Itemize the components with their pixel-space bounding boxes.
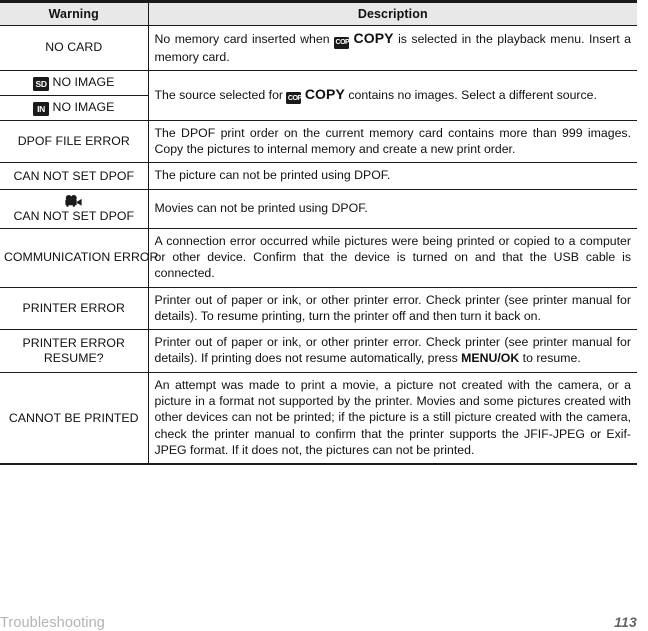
table-row: CAN NOT SET DPOF The picture can not be … <box>0 162 637 190</box>
description-cell: The DPOF print order on the current memo… <box>148 119 637 164</box>
description-text-pre: No memory card inserted when <box>154 32 335 46</box>
warning-label: COMMUNICATION ERROR <box>4 250 159 265</box>
warning-label: PRINTER ERROR <box>22 300 125 315</box>
description-cell: A connection error occurred while pictur… <box>148 227 637 288</box>
description-text-post: contains no images. Select a different s… <box>344 87 597 102</box>
description-cell: No memory card inserted when COPY COPY i… <box>148 25 637 71</box>
table-row: CANNOT BE PRINTED An attempt was made to… <box>0 371 637 466</box>
menu-ok-label: MENU/OK <box>461 351 520 366</box>
warning-cell: PRINTER ERROR RESUME? <box>0 329 149 373</box>
warning-label: NO IMAGE <box>52 74 115 89</box>
warning-cell: PRINTER ERROR <box>0 286 149 331</box>
movie-camera-icon <box>65 194 82 207</box>
table-body: NO CARD No memory card inserted when COP… <box>0 25 637 466</box>
warning-cell: COMMUNICATION ERROR <box>0 227 158 288</box>
page-footer: Troubleshooting 113 <box>0 607 648 631</box>
table-row: CAN NOT SET DPOF Movies can not be print… <box>0 188 637 229</box>
page-number: 113 <box>614 614 637 630</box>
warning-label: CAN NOT SET DPOF <box>13 168 135 183</box>
table-row: NO CARD No memory card inserted when COP… <box>0 25 637 71</box>
warning-cell: CANNOT BE PRINTED <box>0 371 149 466</box>
table-row: PRINTER ERROR Printer out of paper or in… <box>0 286 637 331</box>
description-cell: Printer out of paper or ink, or other pr… <box>148 286 637 331</box>
description-cell: The source selected for COPY COPY contai… <box>148 69 637 121</box>
description-text-pre: The source selected for <box>154 87 287 102</box>
description-cell: The picture can not be printed using DPO… <box>148 162 637 190</box>
warning-label-line2: RESUME? <box>43 350 104 365</box>
table-header: Warning Description <box>0 0 637 26</box>
warning-label-line1: PRINTER ERROR <box>22 335 125 350</box>
warnings-table: Warning Description NO CARD No memory ca… <box>0 0 637 466</box>
column-header-description: Description <box>148 0 637 26</box>
table-row: PRINTER ERROR RESUME? Printer out of pap… <box>0 329 637 373</box>
warning-cell: IN NO IMAGE <box>0 94 149 121</box>
copy-word-label: COPY <box>353 30 394 46</box>
table-row: DPOF FILE ERROR The DPOF print order on … <box>0 119 637 164</box>
warning-label: DPOF FILE ERROR <box>17 134 130 149</box>
internal-memory-icon: IN <box>33 102 50 116</box>
warning-cell: CAN NOT SET DPOF <box>0 188 149 229</box>
description-text-post: to resume. <box>519 351 581 366</box>
warning-label: NO CARD <box>45 40 103 55</box>
table-row: COMMUNICATION ERROR A connection error o… <box>0 227 637 288</box>
warning-cell: NO CARD <box>0 25 149 71</box>
copy-badge-icon: COPY <box>334 36 354 49</box>
description-cell: An attempt was made to print a movie, a … <box>148 371 637 466</box>
description-cell: Printer out of paper or ink, or other pr… <box>148 329 637 373</box>
footer-section-label: Troubleshooting <box>0 615 105 631</box>
warning-label: NO IMAGE <box>52 99 115 114</box>
warning-cell: DPOF FILE ERROR <box>0 119 149 164</box>
table-row: SD NO IMAGE The source selected for COPY… <box>0 69 637 121</box>
manual-page: Warning Description NO CARD No memory ca… <box>0 0 648 631</box>
sd-card-icon: SD <box>33 77 50 91</box>
table-header-row: Warning Description <box>0 0 637 26</box>
warning-cell: SD NO IMAGE <box>0 69 149 96</box>
warning-cell: CAN NOT SET DPOF <box>0 162 149 190</box>
copy-badge-icon: COPY <box>286 92 306 105</box>
column-header-warning: Warning <box>0 0 149 26</box>
description-cell: Movies can not be printed using DPOF. <box>148 188 637 229</box>
warning-label: CAN NOT SET DPOF <box>13 208 135 223</box>
warning-label: CANNOT BE PRINTED <box>8 410 139 425</box>
copy-word-label: COPY <box>304 85 345 102</box>
